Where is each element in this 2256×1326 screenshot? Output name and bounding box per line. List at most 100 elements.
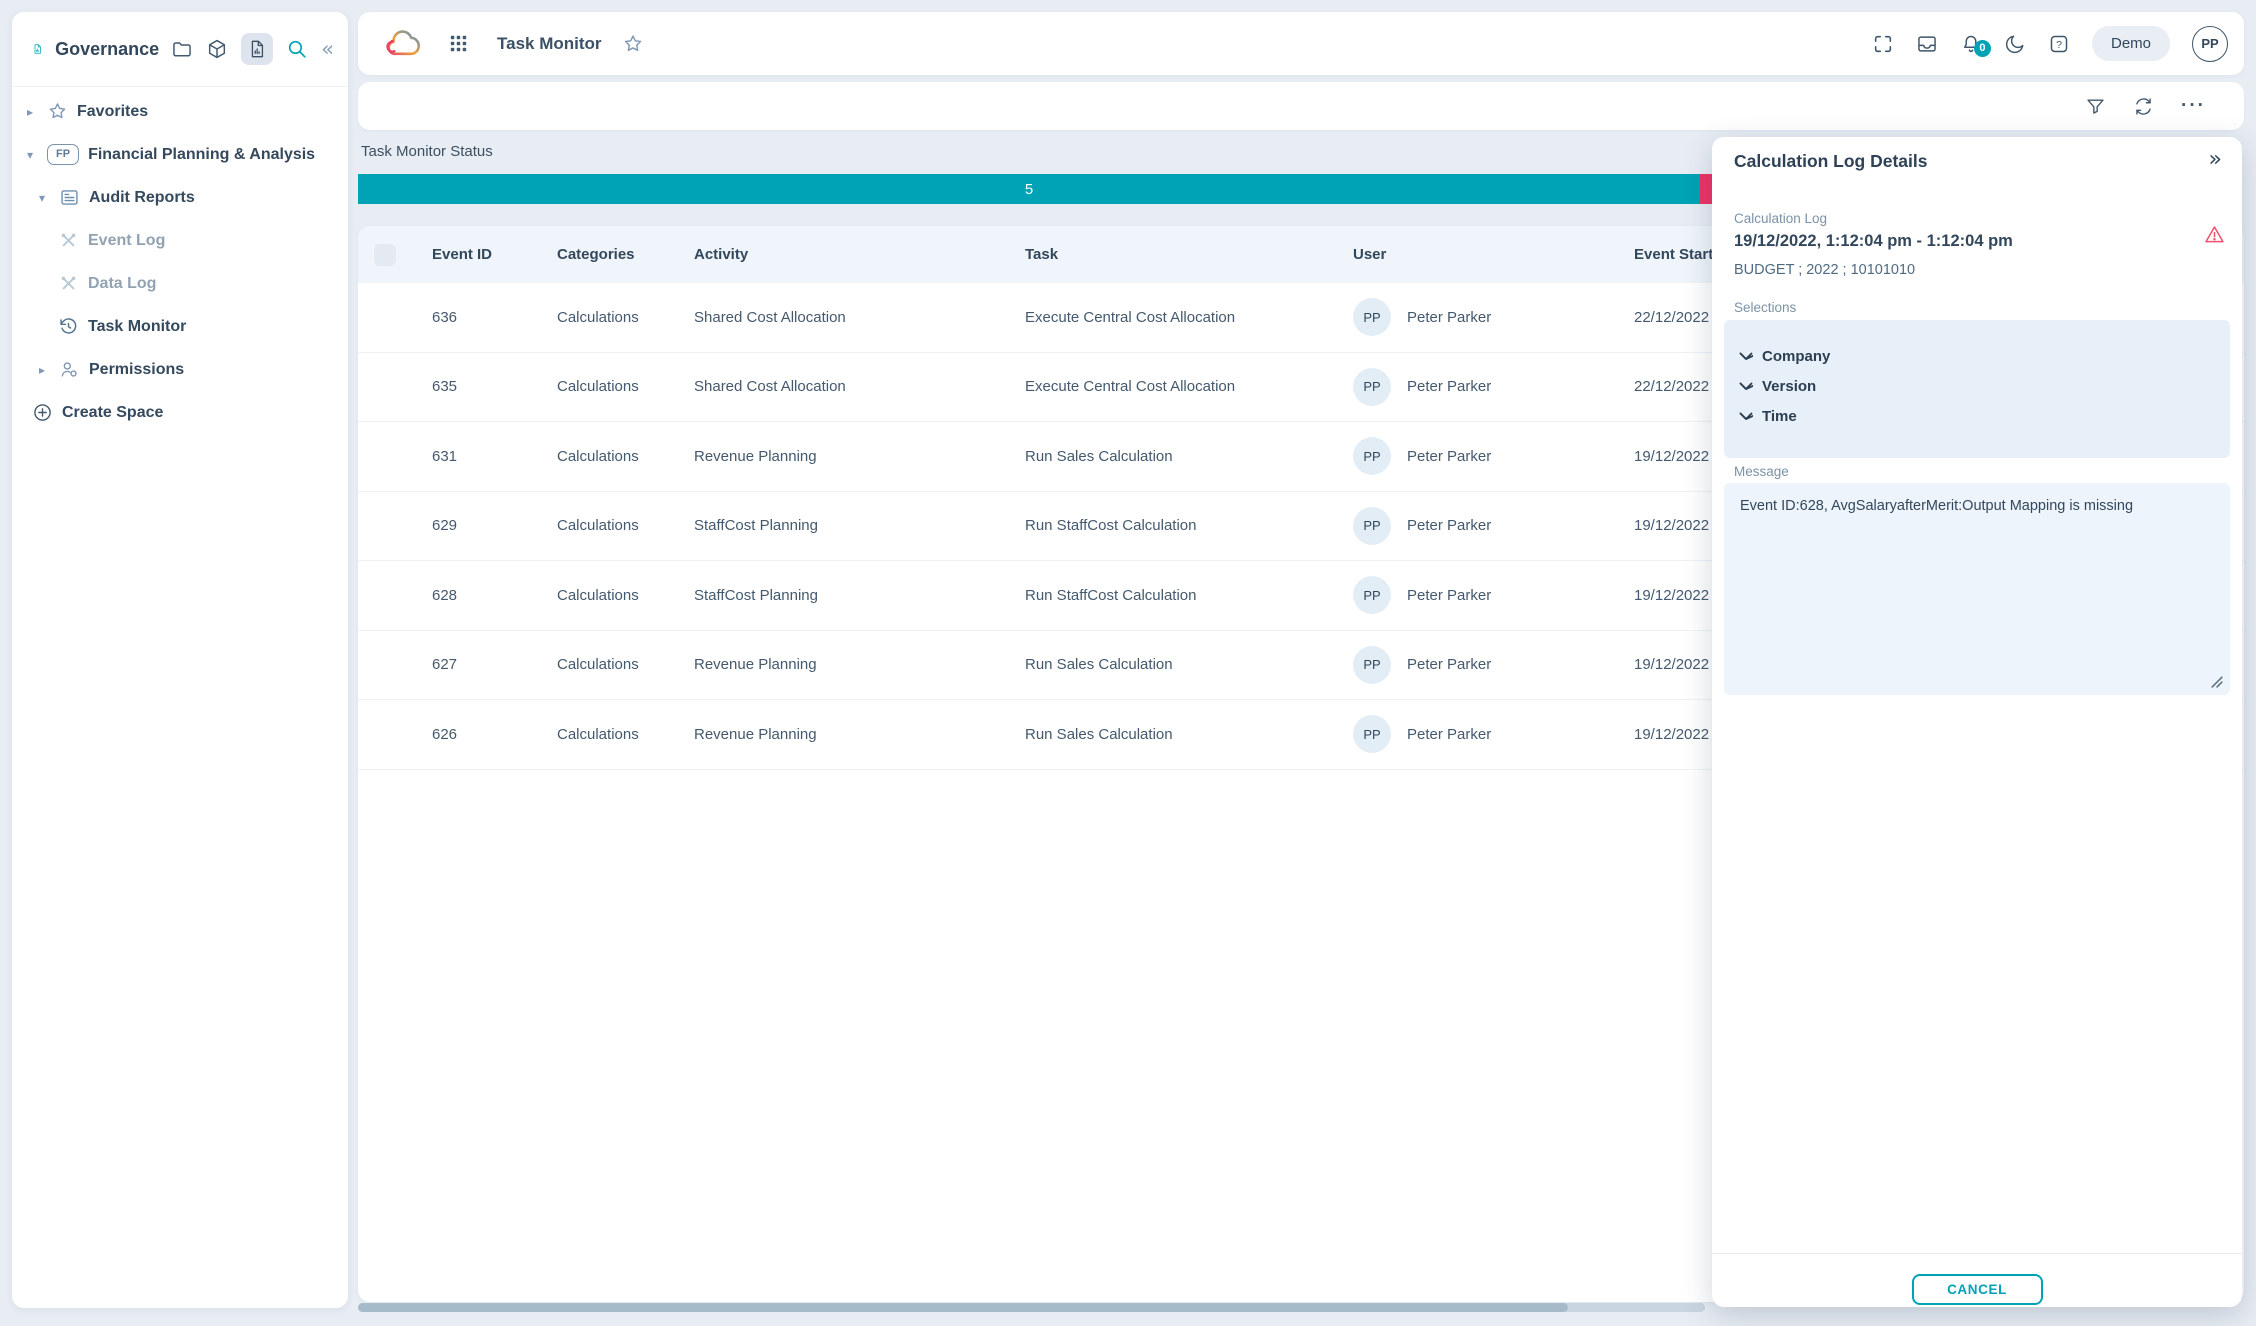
sidebar-item-financial-planning-analysis[interactable]: ▾ FP Financial Planning & Analysis bbox=[12, 133, 348, 176]
resize-handle-icon[interactable] bbox=[2210, 675, 2223, 688]
cell-categories: Calculations bbox=[557, 656, 694, 673]
cell-user: PP Peter Parker bbox=[1353, 437, 1634, 475]
selection-row-time[interactable]: Time bbox=[1724, 401, 2230, 431]
selection-label: Version bbox=[1762, 378, 1816, 395]
cell-event-id: 635 bbox=[432, 378, 557, 395]
caret-icon[interactable]: ▾ bbox=[22, 148, 38, 162]
app-logo-icon[interactable] bbox=[384, 28, 424, 60]
caret-icon[interactable]: ▸ bbox=[34, 363, 50, 377]
row-user-name: Peter Parker bbox=[1407, 517, 1491, 534]
row-user-name: Peter Parker bbox=[1407, 378, 1491, 395]
message-textarea[interactable]: Event ID:628, AvgSalaryafterMerit:Output… bbox=[1724, 483, 2230, 695]
cell-task: Execute Central Cost Allocation bbox=[1025, 309, 1353, 326]
column-header-user[interactable]: User bbox=[1353, 246, 1634, 263]
status-segment-success[interactable]: 5 bbox=[358, 174, 1700, 204]
warning-icon bbox=[2203, 223, 2226, 246]
sidebar-item-label: Create Space bbox=[62, 404, 163, 422]
model-icon[interactable] bbox=[206, 38, 228, 60]
page-title: Task Monitor bbox=[497, 34, 602, 54]
cell-event-id: 628 bbox=[432, 587, 557, 604]
favorite-star-icon[interactable] bbox=[622, 33, 644, 55]
column-header-categories[interactable]: Categories bbox=[557, 246, 694, 263]
selections-label: Selections bbox=[1734, 300, 1796, 315]
row-user-name: Peter Parker bbox=[1407, 656, 1491, 673]
sidebar-item-label: Financial Planning & Analysis bbox=[88, 146, 315, 164]
tools-icon bbox=[58, 273, 79, 294]
more-options-icon[interactable]: ··· bbox=[2181, 101, 2206, 111]
message-text: Event ID:628, AvgSalaryafterMerit:Output… bbox=[1740, 498, 2214, 514]
chevron-down-icon[interactable] bbox=[1739, 412, 1753, 421]
row-user-name: Peter Parker bbox=[1407, 726, 1491, 743]
filter-icon[interactable] bbox=[2085, 96, 2106, 117]
inbox-icon[interactable] bbox=[1916, 33, 1938, 55]
plus-icon bbox=[32, 402, 53, 423]
sidebar-tree: ▸ Favorites ▾ FP Financial Planning & An… bbox=[12, 90, 348, 434]
apps-grid-icon[interactable] bbox=[448, 33, 469, 54]
row-avatar: PP bbox=[1353, 437, 1391, 475]
collapse-sidebar-icon[interactable]: « bbox=[321, 39, 334, 60]
chevron-down-icon[interactable] bbox=[1739, 352, 1753, 361]
sidebar-item-task-monitor[interactable]: Task Monitor bbox=[12, 305, 348, 348]
cell-event-id: 627 bbox=[432, 656, 557, 673]
column-header-event-id[interactable]: Event ID bbox=[432, 246, 557, 263]
topbar-actions: 0 Demo PP bbox=[1872, 26, 2228, 62]
cell-task: Run Sales Calculation bbox=[1025, 448, 1353, 465]
cell-task: Run StaffCost Calculation bbox=[1025, 517, 1353, 534]
sidebar-item-create-space[interactable]: Create Space bbox=[12, 391, 348, 434]
cell-event-id: 626 bbox=[432, 726, 557, 743]
cell-categories: Calculations bbox=[557, 309, 694, 326]
history-icon bbox=[58, 316, 79, 337]
report-icon bbox=[59, 187, 80, 208]
sidebar-item-permissions[interactable]: ▸ Permissions bbox=[12, 348, 348, 391]
cell-task: Run Sales Calculation bbox=[1025, 726, 1353, 743]
chevron-down-icon[interactable] bbox=[1739, 382, 1753, 391]
search-icon[interactable] bbox=[286, 38, 308, 60]
notifications-icon[interactable]: 0 bbox=[1960, 33, 1982, 55]
sidebar-title: Governance bbox=[55, 39, 159, 60]
horizontal-scrollbar-thumb[interactable] bbox=[358, 1303, 1568, 1312]
dark-mode-icon[interactable] bbox=[2004, 33, 2026, 55]
cell-event-id: 631 bbox=[432, 448, 557, 465]
panel-collapse-icon[interactable]: » bbox=[2209, 147, 2222, 172]
row-avatar: PP bbox=[1353, 507, 1391, 545]
cell-event-id: 629 bbox=[432, 517, 557, 534]
sidebar-item-favorites[interactable]: ▸ Favorites bbox=[12, 90, 348, 133]
row-user-name: Peter Parker bbox=[1407, 448, 1491, 465]
caret-icon[interactable]: ▸ bbox=[22, 105, 38, 119]
cell-categories: Calculations bbox=[557, 587, 694, 604]
cell-activity: Revenue Planning bbox=[694, 726, 1025, 743]
selections-box: Company Version Time bbox=[1724, 320, 2230, 458]
cell-activity: Revenue Planning bbox=[694, 448, 1025, 465]
fullscreen-icon[interactable] bbox=[1872, 33, 1894, 55]
row-avatar: PP bbox=[1353, 368, 1391, 406]
sidebar-item-label: Event Log bbox=[88, 232, 165, 250]
log-time: 19/12/2022, 1:12:04 pm - 1:12:04 pm bbox=[1734, 232, 2013, 251]
folder-icon[interactable] bbox=[171, 38, 193, 60]
sidebar-item-audit-reports[interactable]: ▾ Audit Reports bbox=[12, 176, 348, 219]
select-all-checkbox[interactable] bbox=[374, 244, 396, 266]
column-header-task[interactable]: Task bbox=[1025, 246, 1353, 263]
caret-icon[interactable]: ▾ bbox=[34, 191, 50, 205]
log-label: Calculation Log bbox=[1734, 211, 1827, 226]
panel-title: Calculation Log Details bbox=[1734, 151, 1928, 172]
selection-row-version[interactable]: Version bbox=[1724, 371, 2230, 401]
row-avatar: PP bbox=[1353, 298, 1391, 336]
selection-row-company[interactable]: Company bbox=[1724, 341, 2230, 371]
library-icon[interactable] bbox=[241, 33, 273, 65]
cell-user: PP Peter Parker bbox=[1353, 507, 1634, 545]
column-header-activity[interactable]: Activity bbox=[694, 246, 1025, 263]
cancel-button[interactable]: CANCEL bbox=[1912, 1274, 2043, 1305]
star-icon bbox=[47, 101, 68, 122]
sidebar-tools: « bbox=[171, 33, 334, 65]
selection-label: Company bbox=[1762, 348, 1830, 365]
cell-categories: Calculations bbox=[557, 378, 694, 395]
row-user-name: Peter Parker bbox=[1407, 587, 1491, 604]
cell-activity: Shared Cost Allocation bbox=[694, 309, 1025, 326]
cell-user: PP Peter Parker bbox=[1353, 646, 1634, 684]
sidebar: Governance « ▸ Favorites ▾ FP Financial … bbox=[12, 12, 348, 1308]
sidebar-item-event-log[interactable]: Event Log bbox=[12, 219, 348, 262]
refresh-icon[interactable] bbox=[2133, 96, 2154, 117]
user-avatar[interactable]: PP bbox=[2192, 26, 2228, 62]
help-icon[interactable] bbox=[2048, 33, 2070, 55]
sidebar-item-data-log[interactable]: Data Log bbox=[12, 262, 348, 305]
